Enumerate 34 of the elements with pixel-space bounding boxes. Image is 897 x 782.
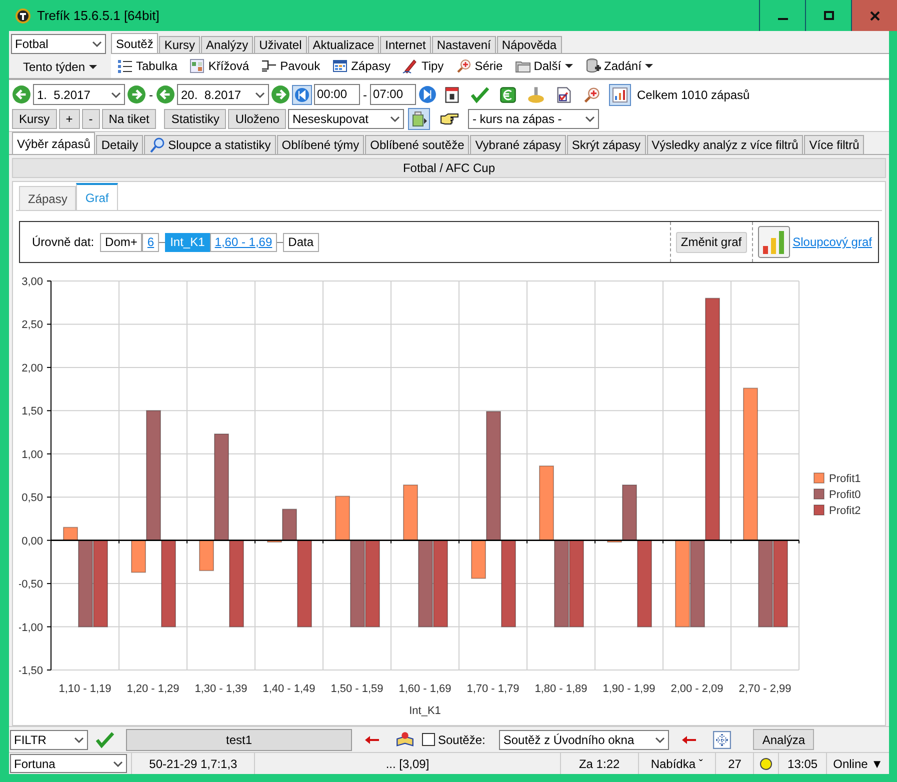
- status-cell: Za 1:22: [560, 753, 638, 774]
- x-tick-label: 1,40 - 1,49: [262, 683, 316, 695]
- x-tick-label: 1,90 - 1,99: [602, 683, 656, 695]
- x-tick-label: 2,00 - 2,09: [670, 683, 724, 695]
- x-tick-label: 1,30 - 1,39: [194, 683, 248, 695]
- y-tick-label: 0,00: [22, 535, 43, 548]
- data-levels-label: Úrovně dat:: [32, 235, 94, 249]
- y-tick-label: 3,00: [22, 276, 43, 288]
- status-cell: 27: [715, 753, 754, 774]
- window-title: Trefík 15.6.5.1 [64bit]: [37, 8, 160, 23]
- x-tick-label: 1,20 - 1,29: [126, 683, 180, 695]
- match-count-text: Celkem 1010 zápasů: [637, 88, 750, 102]
- separator-text: -: [363, 88, 367, 102]
- y-tick-label: 1,00: [22, 448, 43, 461]
- x-tick-label: 1,10 - 1,19: [58, 683, 112, 695]
- x-tick-label: 1,80 - 1,89: [534, 683, 588, 695]
- legend-label: Profit2: [829, 505, 861, 517]
- panel-header: Fotbal / AFC Cup: [12, 158, 886, 178]
- status-time: 13:05: [778, 753, 826, 774]
- y-tick-label: 1,50: [22, 406, 43, 418]
- x-tick-label: 1,50 - 1,59: [330, 683, 384, 695]
- y-tick-label: 2,50: [22, 319, 43, 332]
- status-cell: ... [3,09]: [254, 753, 560, 774]
- legend-label: Profit1: [829, 473, 861, 485]
- x-tick-label: 2,70 - 2,99: [738, 683, 792, 695]
- x-tick-label: 1,60 - 1,69: [398, 683, 452, 695]
- status-cell: Nabídka ˇ: [638, 753, 716, 774]
- y-tick-label: 2,00: [22, 362, 43, 374]
- legend-label: Profit0: [829, 489, 861, 501]
- status-cell: 50-21-29 1,7:1,3: [131, 753, 254, 774]
- x-axis-title: Int_K1: [409, 705, 441, 717]
- x-tick-label: 1,70 - 1,79: [466, 683, 520, 695]
- separator-text: -: [149, 88, 153, 102]
- y-tick-label: 0,50: [22, 492, 43, 504]
